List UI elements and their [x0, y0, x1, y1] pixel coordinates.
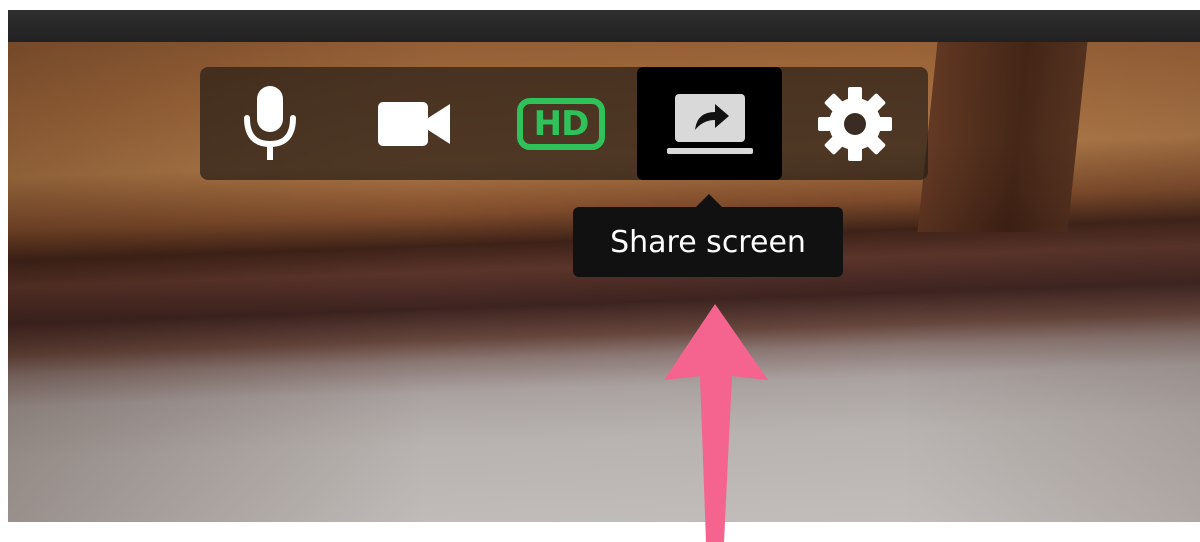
- window-top-bar: [8, 10, 1200, 42]
- gear-icon: [818, 86, 892, 161]
- call-toolbar: HD: [200, 67, 928, 180]
- settings-button[interactable]: [785, 67, 925, 180]
- share-screen-button[interactable]: [637, 67, 782, 180]
- tooltip-caret: [695, 194, 723, 208]
- annotation-arrow: [664, 304, 768, 542]
- microphone-icon: [244, 85, 296, 160]
- microphone-button[interactable]: [200, 67, 340, 180]
- hd-icon: HD: [517, 97, 605, 150]
- share-screen-icon: [666, 93, 753, 154]
- video-camera-icon: [378, 101, 450, 146]
- hd-toggle-button[interactable]: HD: [491, 67, 631, 180]
- share-screen-tooltip: Share screen: [573, 207, 843, 277]
- camera-button[interactable]: [345, 67, 485, 180]
